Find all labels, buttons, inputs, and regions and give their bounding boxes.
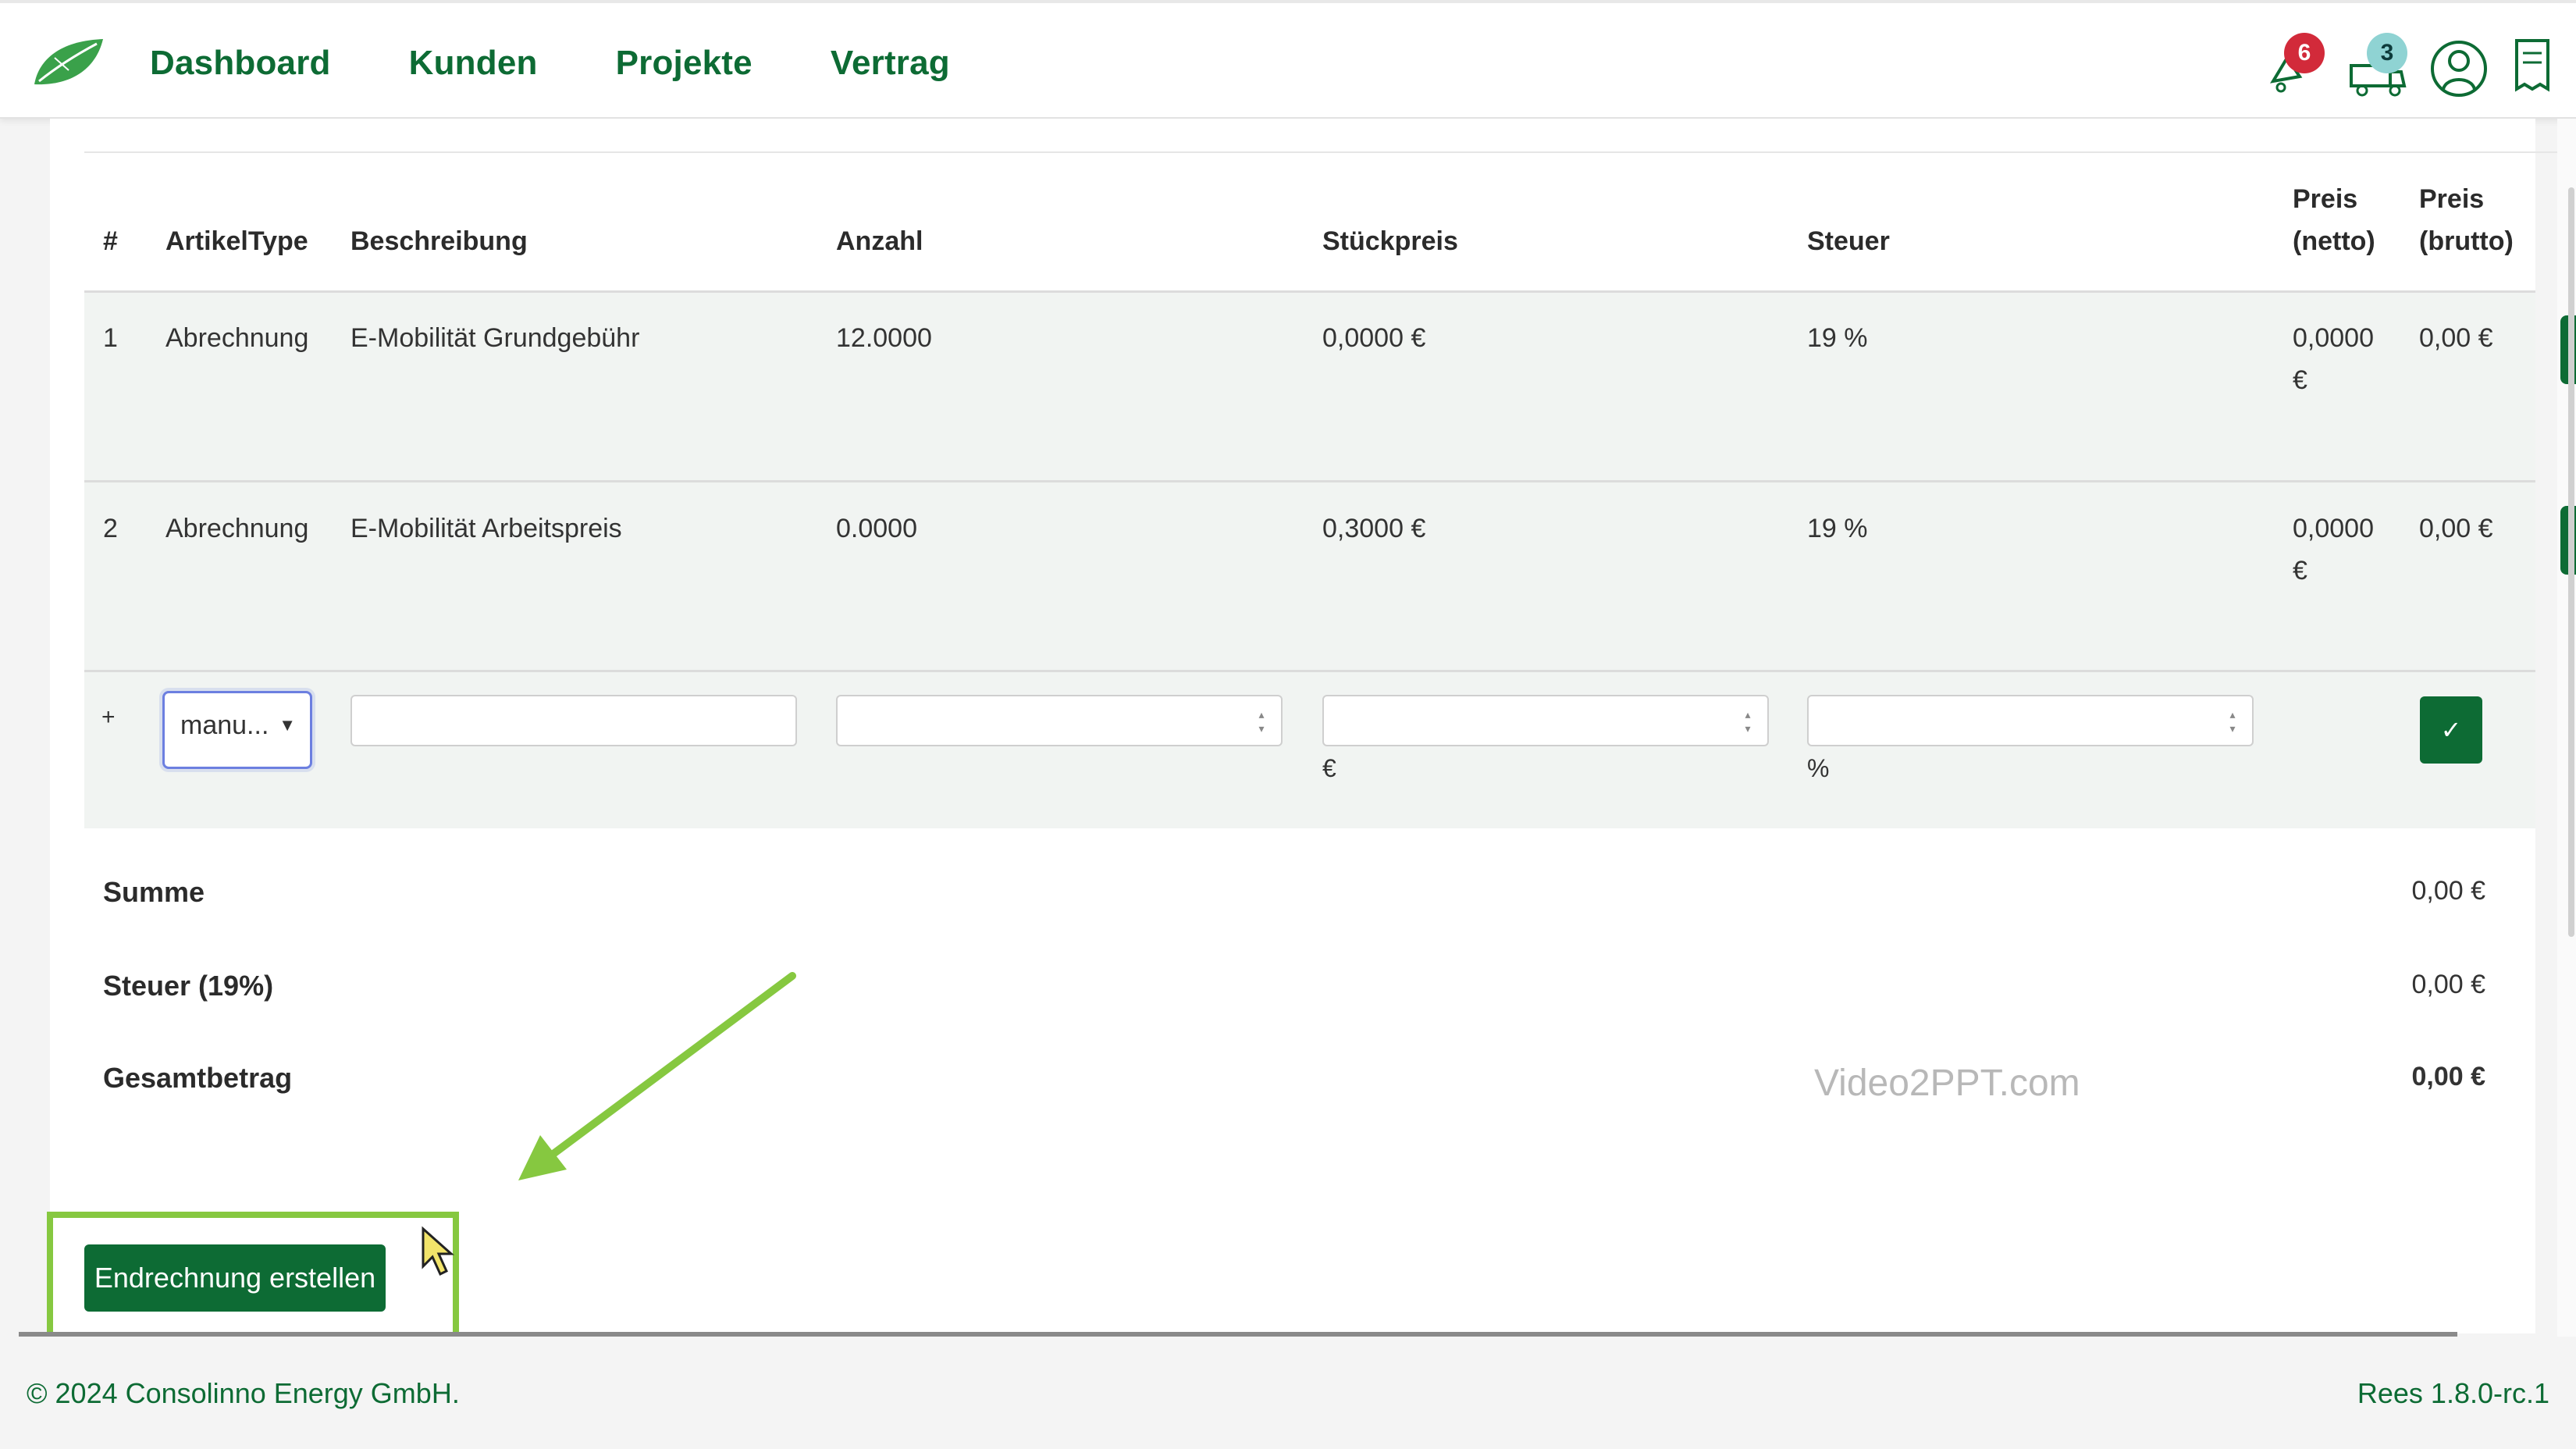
add-row-plus-icon: +	[101, 704, 116, 730]
check-icon: ✓	[2440, 716, 2462, 744]
nav-dashboard[interactable]: Dashboard	[150, 44, 331, 83]
top-navbar: Dashboard Kunden Projekte Vertrag 6 3	[0, 0, 2576, 119]
row2-net: 0,0000	[2293, 514, 2374, 543]
user-avatar-icon[interactable]	[2428, 34, 2490, 100]
footer-version: Rees 1.8.0-rc.1	[2357, 1377, 2549, 1409]
tax-input[interactable]: ▴ ▾	[1807, 695, 2254, 746]
col-header-net-line1: Preis	[2293, 184, 2358, 214]
col-header-type: ArtikelType	[165, 226, 308, 256]
article-type-selected: manu...	[180, 710, 269, 740]
row1-number: 1	[103, 323, 118, 353]
vertical-scrollbar[interactable]	[2568, 187, 2574, 937]
row2-number: 2	[103, 514, 118, 543]
divider	[84, 151, 2576, 153]
col-header-description: Beschreibung	[350, 226, 528, 256]
col-header-tax: Steuer	[1807, 226, 1890, 256]
col-header-number: #	[103, 226, 118, 256]
messages-badge: 3	[2367, 33, 2407, 73]
row2-description: E-Mobilität Arbeitspreis	[350, 514, 622, 543]
summary-tax-value: 0,00 €	[2411, 970, 2485, 999]
row1-type: Abrechnung	[165, 323, 309, 353]
quantity-stepper-icon[interactable]: ▴ ▾	[1254, 707, 1268, 735]
button-highlight-frame	[47, 1212, 459, 1341]
leaf-logo-icon[interactable]	[31, 34, 106, 91]
mouse-cursor-icon	[422, 1226, 454, 1276]
col-header-quantity: Anzahl	[836, 226, 923, 256]
row2-type: Abrechnung	[165, 514, 309, 543]
notification-bell-icon[interactable]: 6	[2264, 33, 2326, 100]
confirm-add-button[interactable]: ✓	[2420, 696, 2482, 764]
col-header-gross-line2: (brutto)	[2419, 226, 2514, 256]
document-receipt-icon[interactable]	[2510, 34, 2557, 100]
row1-gross: 0,00 €	[2419, 323, 2493, 353]
annotation-arrow-icon	[518, 972, 796, 1180]
quantity-input[interactable]: ▴ ▾	[836, 695, 1283, 746]
row1-net-currency: €	[2293, 365, 2307, 395]
invoice-card: # ArtikelType Beschreibung Anzahl Stückp…	[50, 119, 2576, 1333]
col-header-unit-price: Stückpreis	[1322, 226, 1458, 256]
nav-projekte[interactable]: Projekte	[616, 44, 753, 83]
row1-quantity: 12.0000	[836, 323, 932, 353]
unit-price-stepper-icon[interactable]: ▴ ▾	[1741, 707, 1755, 735]
main-nav: Dashboard Kunden Projekte Vertrag	[150, 44, 1028, 83]
row2-tax: 19 %	[1807, 514, 1868, 543]
row2-gross: 0,00 €	[2419, 514, 2493, 543]
unit-price-currency: €	[1322, 754, 1336, 782]
nav-vertrag[interactable]: Vertrag	[831, 44, 950, 83]
summary-total-value: 0,00 €	[2411, 1062, 2485, 1091]
row2-unit-price: 0,3000 €	[1322, 514, 1426, 543]
description-input[interactable]	[350, 695, 797, 746]
summary-sum-value: 0,00 €	[2411, 876, 2485, 906]
watermark: Video2PPT.com	[1814, 1063, 2080, 1104]
row2-quantity: 0.0000	[836, 514, 917, 543]
tax-stepper-icon[interactable]: ▴ ▾	[2226, 707, 2240, 735]
summary-sum-label: Summe	[103, 876, 205, 908]
row1-net: 0,0000	[2293, 323, 2374, 353]
unit-price-input[interactable]: ▴ ▾	[1322, 695, 1769, 746]
summary-tax-label: Steuer (19%)	[103, 970, 274, 1002]
row1-unit-price: 0,0000 €	[1322, 323, 1426, 353]
nav-kunden[interactable]: Kunden	[409, 44, 538, 83]
footer-copyright: © 2024 Consolinno Energy GmbH.	[27, 1377, 460, 1409]
notification-badge: 6	[2284, 33, 2325, 73]
truck-messages-icon[interactable]: 3	[2347, 33, 2409, 100]
tax-percent-unit: %	[1807, 754, 1830, 782]
chevron-down-icon: ▼	[279, 715, 296, 735]
row1-tax: 19 %	[1807, 323, 1868, 353]
summary-total-label: Gesamtbetrag	[103, 1062, 293, 1094]
col-header-net-line2: (netto)	[2293, 226, 2375, 256]
row2-net-currency: €	[2293, 556, 2307, 586]
col-header-gross-line1: Preis	[2419, 184, 2485, 214]
row1-description: E-Mobilität Grundgebühr	[350, 323, 640, 353]
article-type-select[interactable]: manu... ▼	[162, 691, 312, 769]
